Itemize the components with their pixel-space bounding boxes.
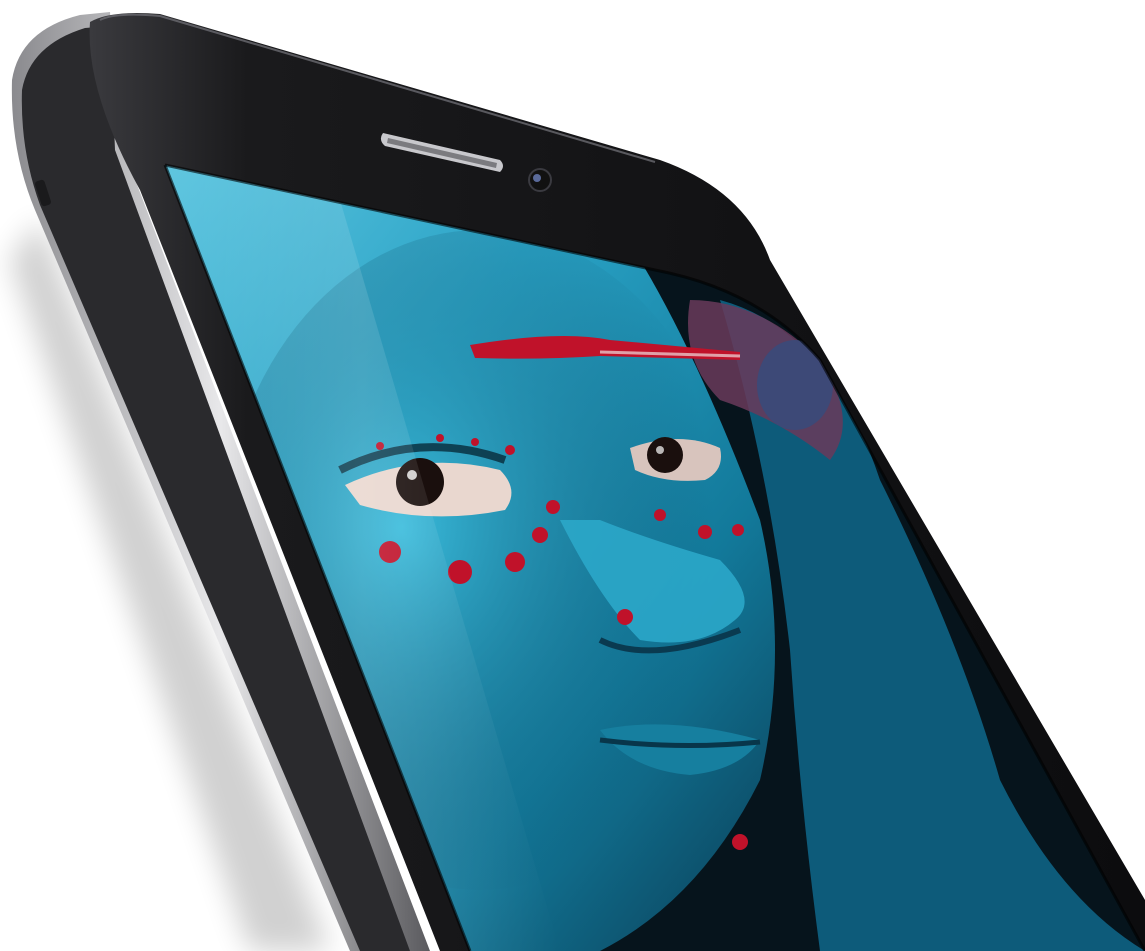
product-photo [0, 0, 1145, 951]
phone-illustration [10, 12, 1145, 951]
